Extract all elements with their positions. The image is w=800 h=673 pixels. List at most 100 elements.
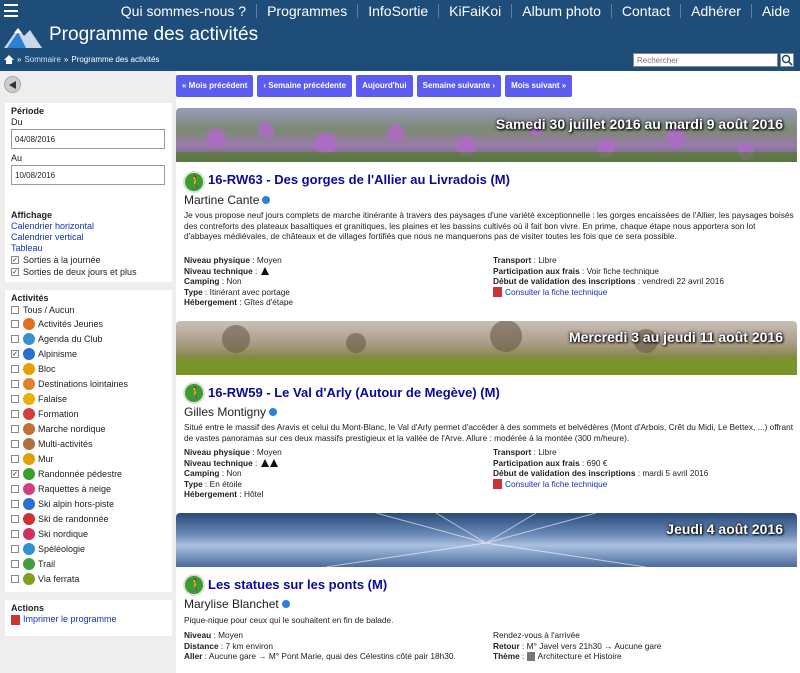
activity-item[interactable]: Ski alpin hors-piste — [11, 496, 166, 511]
nav-contact[interactable]: Contact — [610, 4, 680, 18]
affichage-title: Affichage — [11, 210, 53, 220]
activity-item[interactable]: Raquettes à neige — [11, 481, 166, 496]
event-title[interactable]: Les statues sur les ponts (M) — [208, 577, 387, 592]
search-button[interactable] — [780, 53, 794, 67]
activity-checkbox[interactable] — [11, 499, 19, 508]
activity-checkbox[interactable] — [11, 484, 19, 493]
home-icon[interactable] — [4, 55, 14, 64]
activity-item[interactable]: Mur — [11, 451, 166, 466]
activity-checkbox[interactable] — [11, 364, 19, 373]
detail-row: Début de validation des inscriptions : v… — [493, 276, 725, 286]
menu-icon[interactable] — [4, 4, 18, 17]
breadcrumb-current: Programme des activités — [71, 55, 160, 64]
activity-item[interactable]: Spéléologie — [11, 541, 166, 556]
next-month-button[interactable]: Mois suivant » — [505, 75, 573, 97]
activity-label: Mur — [38, 453, 54, 464]
nav-qui-sommes-nous[interactable]: Qui sommes-nous ? — [111, 4, 256, 18]
activity-checkbox[interactable] — [11, 574, 19, 583]
activity-item[interactable]: ✓ Alpinisme — [11, 346, 166, 361]
pdf-icon — [11, 614, 20, 625]
activity-icon — [23, 332, 35, 345]
from-label: Du — [11, 117, 23, 127]
event-title[interactable]: 16-RW59 - Le Val d'Arly (Autour de Megèv… — [208, 385, 500, 400]
fiche-technique-link[interactable]: Consulter la fiche technique — [493, 287, 607, 298]
activity-item[interactable]: Formation — [11, 406, 166, 421]
activity-checkbox[interactable] — [11, 379, 19, 388]
hiking-icon — [183, 171, 205, 193]
activity-item[interactable]: Falaise — [11, 391, 166, 406]
previous-week-button[interactable]: ‹ Semaine précédente — [257, 75, 353, 97]
activity-icon — [23, 317, 35, 330]
activity-icon — [23, 557, 35, 570]
detail-row: Hébergement : Gîtes d'étape — [184, 297, 294, 307]
activity-label: Raquettes à neige — [38, 483, 112, 494]
today-button[interactable]: Aujourd'hui — [356, 75, 413, 97]
activity-item[interactable]: ✓ Randonnée pédestre — [11, 466, 166, 481]
header: Programme des activités — [0, 22, 800, 50]
calendrier-vertical-link[interactable]: Calendrier vertical — [11, 232, 166, 243]
breadcrumb-home[interactable]: Sommaire — [24, 55, 60, 64]
activity-item[interactable]: Via ferrata — [11, 571, 166, 586]
next-week-button[interactable]: Semaine suivante › — [416, 75, 502, 97]
page-title: Programme des activités — [49, 24, 259, 45]
detail-row: Type : En étoile — [184, 478, 242, 489]
checkbox-row[interactable]: ✓ Sorties à la journée — [11, 254, 166, 266]
nav-kifaikoi[interactable]: KiFaiKoi — [438, 4, 511, 18]
activity-checkbox[interactable] — [11, 514, 19, 523]
detail-row: Niveau : Moyen — [184, 630, 244, 640]
email-icon[interactable] — [262, 196, 271, 204]
mountain-logo-icon[interactable] — [4, 24, 42, 48]
activity-item[interactable]: Multi-activités — [11, 436, 166, 451]
sorties-journee-checkbox[interactable]: ✓ — [11, 256, 19, 264]
activity-checkbox[interactable] — [11, 424, 19, 433]
event-card: Les statues sur les ponts (M) Marylise B… — [176, 567, 797, 673]
activity-item[interactable]: Bloc — [11, 361, 166, 376]
fiche-technique-link[interactable]: Consulter la fiche technique — [493, 479, 607, 490]
calendrier-horizontal-link[interactable]: Calendrier horizontal — [11, 221, 166, 232]
email-icon[interactable] — [281, 600, 290, 608]
activity-item[interactable]: Trail — [11, 556, 166, 571]
activity-checkbox[interactable] — [11, 394, 19, 403]
activity-item[interactable]: Activités Jeunes — [11, 316, 166, 331]
previous-month-button[interactable]: « Mois précédent — [176, 75, 254, 97]
checkbox-row[interactable]: ✓ Sorties de deux jours et plus — [11, 266, 166, 278]
activity-checkbox[interactable] — [11, 529, 19, 538]
tableau-link[interactable]: Tableau — [11, 243, 166, 254]
nav-album-photo[interactable]: Album photo — [511, 4, 611, 18]
search-input[interactable] — [633, 53, 778, 67]
event-description: Pique-nique pour ceux qui le souhaitent … — [184, 615, 394, 625]
activity-checkbox[interactable] — [11, 319, 19, 328]
activity-checkbox[interactable] — [11, 334, 19, 343]
event-title[interactable]: 16-RW63 - Des gorges de l'Allier au Livr… — [208, 172, 510, 187]
activity-checkbox[interactable] — [11, 439, 19, 448]
detail-row: Camping : Non — [184, 276, 242, 286]
to-date-input[interactable] — [11, 165, 165, 185]
nav-aide[interactable]: Aide — [750, 4, 800, 18]
activity-item[interactable]: Marche nordique — [11, 421, 166, 436]
print-program-link[interactable]: Imprimer le programme — [11, 614, 166, 625]
nav-infosortie[interactable]: InfoSortie — [357, 4, 438, 18]
activity-checkbox[interactable] — [11, 559, 19, 568]
affichage-panel: Affichage Calendrier horizontal Calendri… — [5, 207, 172, 282]
nav-adherer[interactable]: Adhérer — [680, 4, 751, 18]
tous-aucun-checkbox[interactable] — [11, 306, 19, 314]
tous-aucun-row[interactable]: Tous / Aucun — [11, 304, 166, 316]
activity-checkbox[interactable] — [11, 454, 19, 463]
email-icon[interactable] — [269, 408, 278, 416]
sorties-deux-jours-checkbox[interactable]: ✓ — [11, 268, 19, 276]
activity-item[interactable]: Ski de randonnée — [11, 511, 166, 526]
collapse-sidebar-button[interactable] — [4, 76, 21, 93]
nav-programmes[interactable]: Programmes — [256, 4, 357, 18]
activity-item[interactable]: Destinations lointaines — [11, 376, 166, 391]
activity-checkbox[interactable]: ✓ — [11, 349, 19, 358]
activity-item[interactable]: Ski nordique — [11, 526, 166, 541]
activity-item[interactable]: Agenda du Club — [11, 331, 166, 346]
activites-panel: Activités Tous / Aucun Activités Jeunes A… — [5, 290, 172, 592]
activity-checkbox[interactable]: ✓ — [11, 469, 19, 478]
activity-checkbox[interactable] — [11, 544, 19, 553]
breadcrumb-separator: » — [17, 55, 22, 64]
from-date-input[interactable] — [11, 129, 165, 149]
activity-checkbox[interactable] — [11, 409, 19, 418]
activity-icon — [23, 482, 35, 495]
event-leader: Gilles Montigny — [184, 405, 278, 419]
